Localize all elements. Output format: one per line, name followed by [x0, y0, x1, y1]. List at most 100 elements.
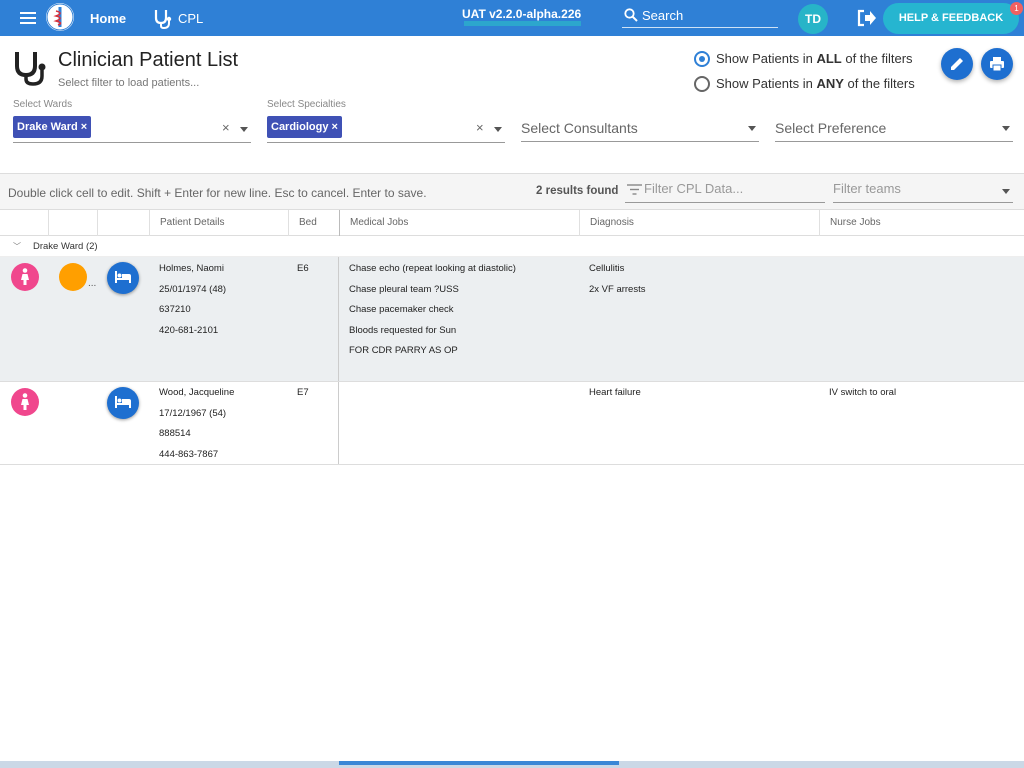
column-divider: [338, 257, 339, 381]
search-label: Search: [642, 8, 684, 23]
column-header-alert[interactable]: [48, 210, 97, 236]
home-link[interactable]: Home: [90, 11, 126, 26]
specialty-chip[interactable]: Cardiology ×: [267, 116, 342, 138]
filter-teams-placeholder: Filter teams: [833, 181, 901, 196]
pencil-icon: [951, 58, 963, 70]
medical-job-item: Chase echo (repeat looking at diastolic): [349, 263, 516, 274]
filter-icon: [627, 184, 642, 195]
group-label: Drake Ward (2): [33, 241, 98, 252]
specialties-select-underline: [267, 142, 505, 143]
table-row[interactable]: Wood, Jacqueline 17/12/1967 (54) 888514 …: [0, 382, 1024, 465]
chevron-down-icon[interactable]: [240, 127, 248, 132]
filter-cpl-data-input[interactable]: Filter CPL Data...: [625, 176, 825, 203]
horizontal-scrollbar[interactable]: [0, 761, 1024, 768]
radio-any-suffix: of the filters: [843, 76, 915, 91]
patient-phone: 420-681-2101: [159, 324, 219, 336]
radio-any-text: Show Patients in: [716, 76, 817, 91]
notification-badge: 1: [1010, 2, 1023, 15]
patient-dob: 25/01/1974 (48): [159, 283, 227, 295]
diagnosis-cell[interactable]: Cellulitis 2x VF arrests: [589, 259, 646, 300]
column-header-bed[interactable]: Bed: [288, 210, 339, 236]
app-logo[interactable]: [46, 3, 74, 31]
nurse-jobs-cell[interactable]: IV switch to oral: [829, 383, 896, 404]
column-header-medical-jobs[interactable]: Medical Jobs: [339, 210, 579, 236]
chip-remove-icon[interactable]: ×: [81, 121, 87, 133]
specialties-label: Select Specialties: [267, 99, 346, 110]
column-divider: [338, 382, 339, 464]
diagnosis-cell[interactable]: Heart failure: [589, 383, 641, 404]
diagnosis-item: Heart failure: [589, 387, 641, 398]
edit-hint: Double click cell to edit. Shift + Enter…: [8, 186, 427, 200]
patient-name: Wood, Jacqueline: [159, 387, 235, 398]
search-input[interactable]: Search: [622, 5, 778, 28]
column-header-diagnosis[interactable]: Diagnosis: [579, 210, 819, 236]
group-row-drake-ward[interactable]: ﹀ Drake Ward (2): [0, 236, 1024, 257]
stethoscope-icon: [152, 8, 174, 30]
chevron-down-icon[interactable]: ﹀: [13, 241, 21, 252]
column-header-bed-action[interactable]: [97, 210, 149, 236]
top-navigation-bar: Home CPL UAT v2.2.0-alpha.226 Search TD …: [0, 0, 1024, 36]
help-feedback-button[interactable]: HELP & FEEDBACK: [883, 3, 1019, 34]
results-count: 2 results found: [536, 185, 619, 197]
ward-chip-label: Drake Ward: [17, 121, 78, 133]
specialty-chip-label: Cardiology: [271, 121, 329, 133]
user-avatar[interactable]: TD: [798, 4, 828, 34]
table-header: Patient Details Bed Medical Jobs Diagnos…: [0, 210, 1024, 236]
ward-chip[interactable]: Drake Ward ×: [13, 116, 92, 138]
patient-details-cell[interactable]: Wood, Jacqueline 17/12/1967 (54) 888514 …: [159, 383, 234, 465]
column-header-nurse-jobs[interactable]: Nurse Jobs: [819, 210, 1024, 236]
menu-icon[interactable]: [20, 12, 36, 24]
patient-phone: 444-863-7867: [159, 448, 219, 460]
print-button[interactable]: [981, 48, 1013, 80]
search-icon: [624, 8, 638, 22]
radio-any-bold: ANY: [816, 76, 844, 91]
female-icon[interactable]: [11, 388, 39, 416]
radio-button-selected[interactable]: [694, 51, 710, 67]
filter-cpl-placeholder: Filter CPL Data...: [644, 181, 744, 196]
consultants-select-underline: [521, 141, 759, 142]
bed-cell[interactable]: E6: [297, 259, 309, 280]
diagnosis-item: Cellulitis: [589, 263, 625, 274]
chevron-down-icon[interactable]: [494, 127, 502, 132]
consultants-select[interactable]: Select Consultants: [521, 120, 638, 136]
clear-wards-icon[interactable]: ×: [222, 120, 230, 135]
cpl-nav-link[interactable]: CPL: [178, 11, 203, 26]
patient-name: Holmes, Naomi: [159, 263, 224, 274]
radio-button[interactable]: [694, 76, 710, 92]
column-header-patient-details[interactable]: Patient Details: [149, 210, 288, 236]
logout-icon[interactable]: [857, 9, 877, 32]
medical-job-item: FOR CDR PARRY AS OP: [349, 345, 458, 356]
medical-job-item: Chase pleural team ?USS: [349, 283, 459, 295]
female-icon[interactable]: [11, 263, 39, 291]
patient-id: 637210: [159, 304, 191, 315]
bed-icon[interactable]: [107, 262, 139, 294]
scrollbar-thumb[interactable]: [339, 761, 619, 765]
preference-select[interactable]: Select Preference: [775, 120, 886, 136]
patient-id: 888514: [159, 428, 191, 439]
chevron-down-icon[interactable]: [748, 126, 756, 131]
edit-button[interactable]: [941, 48, 973, 80]
medical-jobs-cell[interactable]: [349, 383, 579, 403]
alert-status-icon[interactable]: [59, 263, 87, 291]
filter-teams-select[interactable]: Filter teams: [833, 176, 1013, 203]
page-title: Clinician Patient List: [58, 49, 239, 71]
printer-icon: [990, 57, 1004, 72]
chevron-down-icon[interactable]: [1002, 189, 1010, 194]
table-row[interactable]: ... Holmes, Naomi 25/01/1974 (48) 637210…: [0, 257, 1024, 382]
page-subtitle: Select filter to load patients...: [58, 77, 200, 89]
patient-dob: 17/12/1967 (54): [159, 407, 227, 419]
radio-all-suffix: of the filters: [841, 51, 913, 66]
wards-label: Select Wards: [13, 99, 73, 110]
chevron-down-icon[interactable]: [1002, 126, 1010, 131]
preference-select-underline: [775, 141, 1013, 142]
more-ellipsis[interactable]: ...: [88, 278, 96, 289]
diagnosis-item: 2x VF arrests: [589, 283, 646, 295]
radio-all-text: Show Patients in: [716, 51, 817, 66]
column-header-gender[interactable]: [0, 210, 48, 236]
clear-specialties-icon[interactable]: ×: [476, 120, 484, 135]
medical-jobs-cell[interactable]: Chase echo (repeat looking at diastolic)…: [349, 259, 516, 362]
bed-icon[interactable]: [107, 387, 139, 419]
bed-cell[interactable]: E7: [297, 383, 309, 404]
patient-details-cell[interactable]: Holmes, Naomi 25/01/1974 (48) 637210 420…: [159, 259, 226, 341]
chip-remove-icon[interactable]: ×: [332, 121, 338, 133]
